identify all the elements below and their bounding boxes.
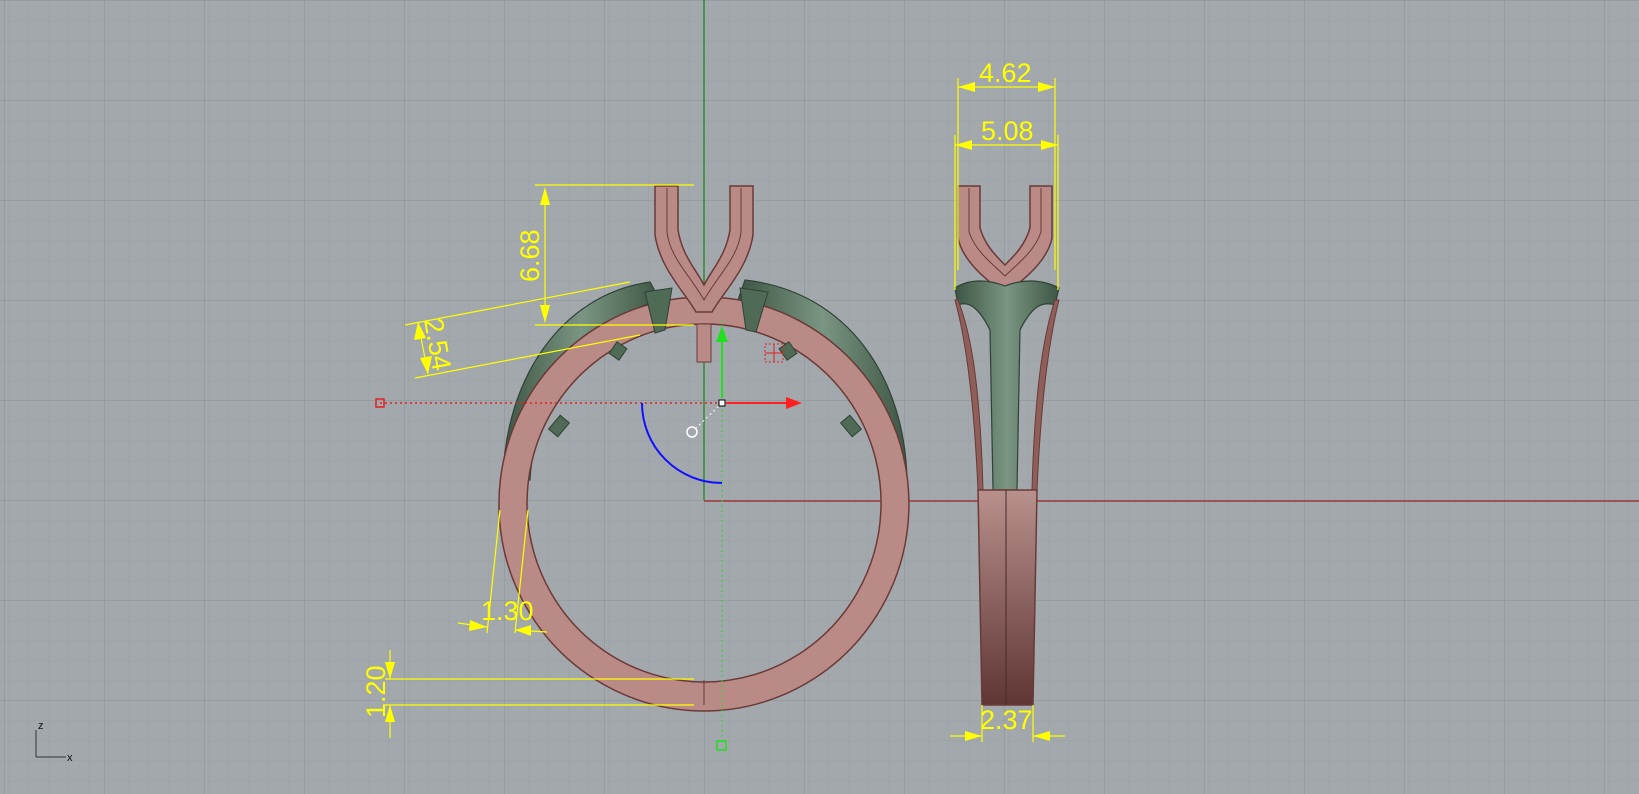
dim-band-width-side[interactable]: 1.30 [481,596,534,626]
dim-band-thickness-bottom[interactable]: 1.20 [361,665,391,718]
dim-top-inner-width[interactable]: 4.62 [979,58,1032,88]
axis-x-label: x [67,752,73,764]
gumball-center[interactable] [718,399,726,407]
center-post [696,323,712,363]
dim-shank-width[interactable]: 2.37 [980,705,1033,735]
dim-top-outer-width[interactable]: 5.08 [981,116,1034,146]
rhino-front-viewport[interactable]: 6.68 2.54 1.30 1.20 4.62 5.08 2.37 z x [0,0,1639,794]
dim-prong-height[interactable]: 6.68 [515,229,545,282]
axis-z-label: z [38,720,44,732]
side-shank-lower [977,489,1038,706]
